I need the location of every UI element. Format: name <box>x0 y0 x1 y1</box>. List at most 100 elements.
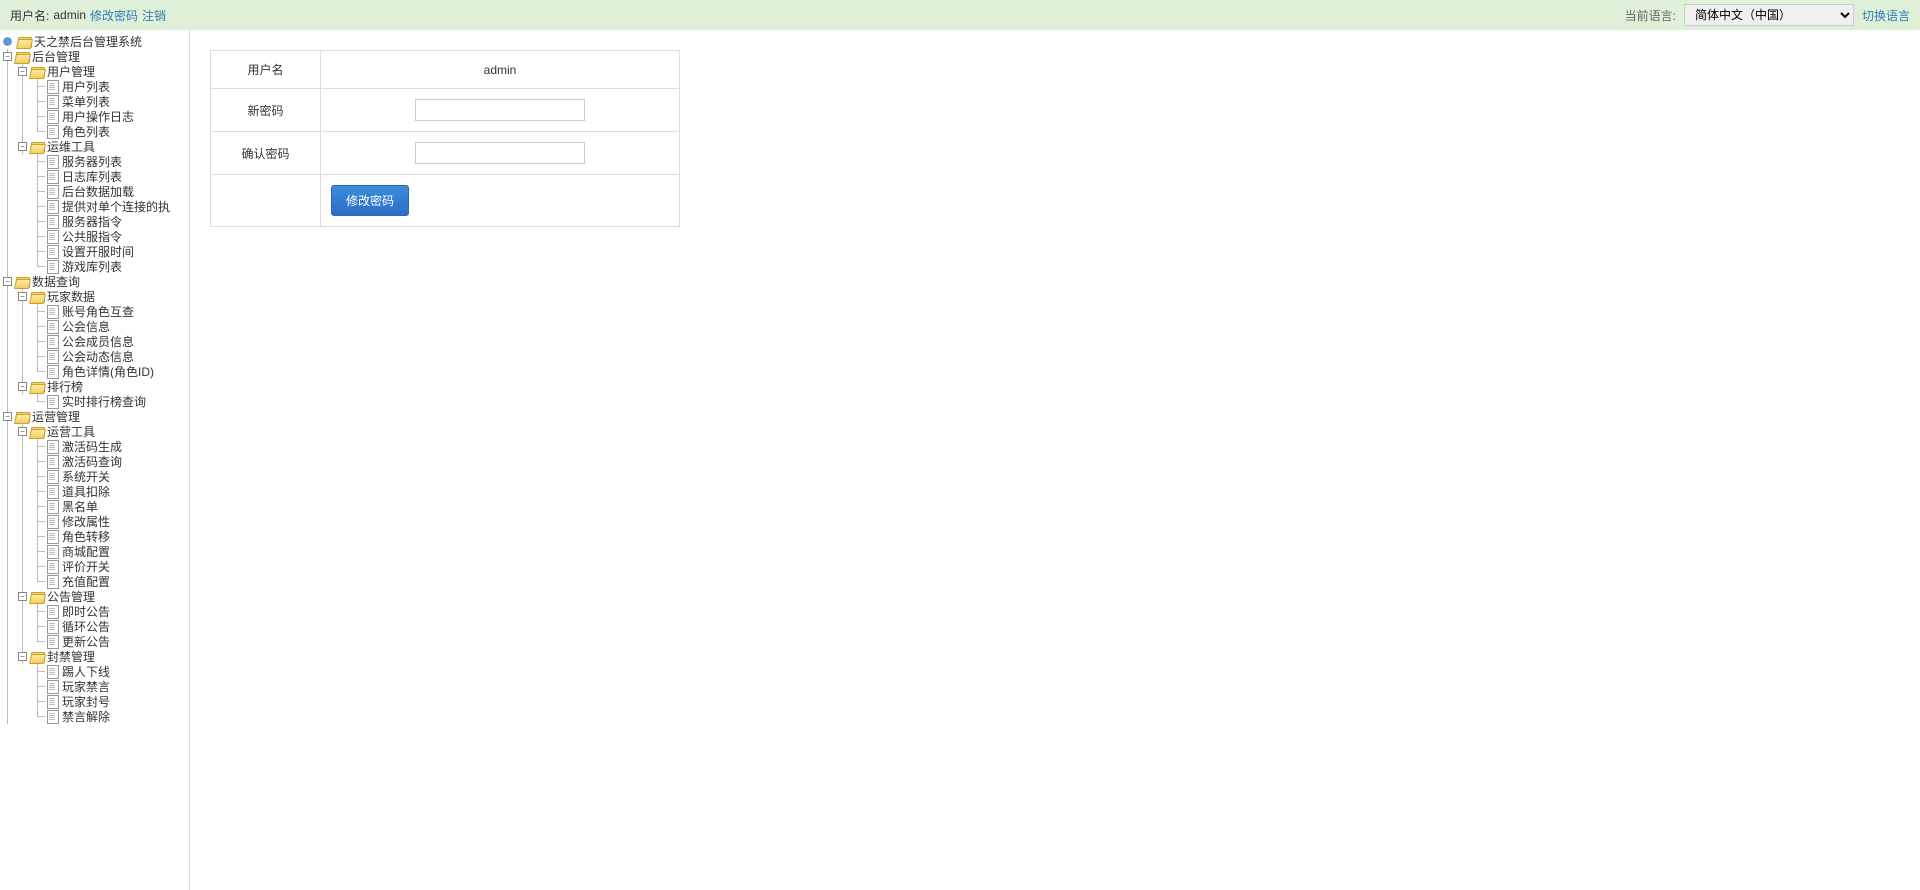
folder-icon <box>15 409 30 424</box>
file-icon <box>45 214 60 229</box>
language-label: 当前语言: <box>1625 7 1676 24</box>
tree-leaf[interactable]: 公共服指令 <box>0 229 189 244</box>
tree-leaf[interactable]: 用户列表 <box>0 79 189 94</box>
tree-leaf[interactable]: 后台数据加载 <box>0 184 189 199</box>
file-icon <box>45 184 60 199</box>
form-submit-label-cell <box>211 175 321 227</box>
tree-toggle-icon[interactable]: − <box>15 424 30 439</box>
tree-toggle-icon[interactable]: − <box>0 409 15 424</box>
new-password-input[interactable] <box>415 99 585 121</box>
tree-leaf[interactable]: 更新公告 <box>0 634 189 649</box>
tree-leaf[interactable]: 角色转移 <box>0 529 189 544</box>
tree-toggle-icon[interactable]: − <box>0 274 15 289</box>
tree-leaf[interactable]: 商城配置 <box>0 544 189 559</box>
tree-leaf[interactable]: 踢人下线 <box>0 664 189 679</box>
file-icon <box>45 259 60 274</box>
tree-leaf[interactable]: 修改属性 <box>0 514 189 529</box>
file-icon <box>45 94 60 109</box>
file-icon <box>45 199 60 214</box>
file-icon <box>45 244 60 259</box>
logout-link[interactable]: 注销 <box>142 7 166 24</box>
tree-leaf[interactable]: 玩家封号 <box>0 694 189 709</box>
tree-folder[interactable]: −运维工具 <box>0 139 189 154</box>
tree-section[interactable]: −数据查询 <box>0 274 189 289</box>
confirm-password-input[interactable] <box>415 142 585 164</box>
submit-button[interactable]: 修改密码 <box>331 185 409 216</box>
tree-folder[interactable]: −封禁管理 <box>0 649 189 664</box>
nav-tree: 天之禁后台管理系统−后台管理−用户管理用户列表菜单列表用户操作日志角色列表−运维… <box>0 34 189 724</box>
form-username-label: 用户名 <box>211 51 321 89</box>
tree-leaf[interactable]: 角色列表 <box>0 124 189 139</box>
file-icon <box>45 544 60 559</box>
username-value: admin <box>53 8 86 22</box>
tree-folder[interactable]: −排行榜 <box>0 379 189 394</box>
tree-leaf[interactable]: 禁言解除 <box>0 709 189 724</box>
folder-icon <box>15 49 30 64</box>
tree-folder[interactable]: −用户管理 <box>0 64 189 79</box>
file-icon <box>45 634 60 649</box>
tree-folder[interactable]: −公告管理 <box>0 589 189 604</box>
tree-leaf[interactable]: 循环公告 <box>0 619 189 634</box>
tree-leaf[interactable]: 即时公告 <box>0 604 189 619</box>
folder-icon <box>30 139 45 154</box>
tree-toggle-icon[interactable]: − <box>15 289 30 304</box>
tree-leaf[interactable]: 实时排行榜查询 <box>0 394 189 409</box>
file-icon <box>45 364 60 379</box>
tree-toggle-icon[interactable]: − <box>15 139 30 154</box>
tree-leaf[interactable]: 玩家禁言 <box>0 679 189 694</box>
tree-toggle-icon[interactable]: − <box>15 379 30 394</box>
file-icon <box>45 394 60 409</box>
tree-leaf[interactable]: 提供对单个连接的执 <box>0 199 189 214</box>
tree-toggle-icon[interactable]: − <box>15 589 30 604</box>
file-icon <box>45 109 60 124</box>
switch-language-link[interactable]: 切换语言 <box>1862 7 1910 24</box>
tree-leaf[interactable]: 公会成员信息 <box>0 334 189 349</box>
tree-folder[interactable]: −玩家数据 <box>0 289 189 304</box>
tree-leaf[interactable]: 菜单列表 <box>0 94 189 109</box>
folder-icon <box>17 34 32 49</box>
root-icon <box>0 34 15 49</box>
file-icon <box>45 154 60 169</box>
file-icon <box>45 334 60 349</box>
tree-leaf[interactable]: 黑名单 <box>0 499 189 514</box>
tree-leaf[interactable]: 系统开关 <box>0 469 189 484</box>
file-icon <box>45 604 60 619</box>
tree-leaf[interactable]: 公会动态信息 <box>0 349 189 364</box>
tree-leaf[interactable]: 道具扣除 <box>0 484 189 499</box>
form-confirm-password-label: 确认密码 <box>211 132 321 175</box>
tree-folder[interactable]: −运营工具 <box>0 424 189 439</box>
change-password-link[interactable]: 修改密码 <box>90 7 138 24</box>
tree-section[interactable]: −运营管理 <box>0 409 189 424</box>
tree-leaf[interactable]: 公会信息 <box>0 319 189 334</box>
file-icon <box>45 169 60 184</box>
tree-toggle-icon[interactable]: − <box>15 649 30 664</box>
tree-toggle-icon[interactable]: − <box>15 64 30 79</box>
tree-leaf[interactable]: 用户操作日志 <box>0 109 189 124</box>
tree-leaf[interactable]: 游戏库列表 <box>0 259 189 274</box>
file-icon <box>45 529 60 544</box>
file-icon <box>45 454 60 469</box>
file-icon <box>45 514 60 529</box>
file-icon <box>45 679 60 694</box>
header-right: 当前语言: 简体中文（中国） 切换语言 <box>1625 4 1910 26</box>
sidebar[interactable]: 天之禁后台管理系统−后台管理−用户管理用户列表菜单列表用户操作日志角色列表−运维… <box>0 30 190 890</box>
tree-toggle-icon[interactable]: − <box>0 49 15 64</box>
file-icon <box>45 439 60 454</box>
tree-root[interactable]: 天之禁后台管理系统 <box>0 34 189 49</box>
change-password-form: 用户名 admin 新密码 确认密码 修改密码 <box>210 50 680 227</box>
tree-section[interactable]: −后台管理 <box>0 49 189 64</box>
tree-leaf[interactable]: 服务器指令 <box>0 214 189 229</box>
file-icon <box>45 304 60 319</box>
tree-leaf[interactable]: 账号角色互查 <box>0 304 189 319</box>
tree-leaf[interactable]: 设置开服时间 <box>0 244 189 259</box>
tree-leaf[interactable]: 评价开关 <box>0 559 189 574</box>
file-icon <box>45 349 60 364</box>
tree-leaf[interactable]: 激活码生成 <box>0 439 189 454</box>
language-select[interactable]: 简体中文（中国） <box>1684 4 1854 26</box>
tree-leaf[interactable]: 服务器列表 <box>0 154 189 169</box>
tree-leaf[interactable]: 日志库列表 <box>0 169 189 184</box>
tree-leaf[interactable]: 充值配置 <box>0 574 189 589</box>
tree-leaf[interactable]: 角色详情(角色ID) <box>0 364 189 379</box>
file-icon <box>45 709 60 724</box>
tree-leaf[interactable]: 激活码查询 <box>0 454 189 469</box>
